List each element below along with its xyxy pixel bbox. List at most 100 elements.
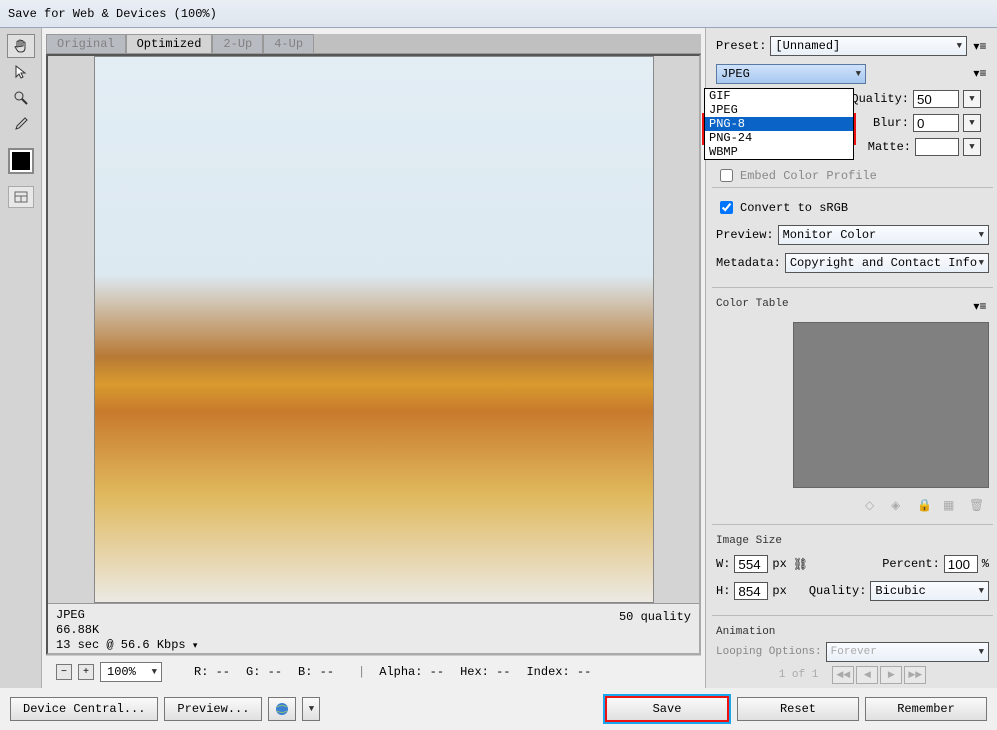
quality-spinner[interactable]: ▼: [963, 90, 981, 108]
h-label: H:: [716, 584, 730, 598]
window-titlebar: Save for Web & Devices (100%): [0, 0, 997, 28]
metadata-combo[interactable]: Copyright and Contact Info ▼: [785, 253, 989, 273]
ct-trash-icon: 🗑: [969, 498, 983, 512]
px1: px: [772, 557, 786, 571]
format-option-jpeg[interactable]: JPEG: [705, 103, 853, 117]
status-time: 13 sec @ 56.6 Kbps: [56, 638, 186, 652]
preview-image: [94, 56, 654, 603]
readout-alpha: Alpha: --: [379, 665, 444, 679]
tab-2up[interactable]: 2-Up: [212, 34, 263, 53]
canvas-area[interactable]: [48, 56, 699, 603]
eyedropper-icon: [13, 116, 29, 132]
resample-value: Bicubic: [875, 584, 925, 598]
ct-shift-icon: ◈: [891, 498, 905, 512]
preview-value: Monitor Color: [783, 228, 877, 242]
height-input[interactable]: [734, 582, 768, 600]
annotation-red-box-save: Save: [603, 694, 731, 724]
status-size: 66.88K: [56, 623, 197, 638]
chevron-down-icon: ▼: [856, 69, 861, 79]
preset-label: Preset:: [716, 39, 766, 53]
image-size-title: Image Size: [716, 535, 989, 547]
canvas-frame: JPEG 66.88K 13 sec @ 56.6 Kbps ▾ 50 qual…: [46, 54, 701, 655]
center-canvas-panel: Original Optimized 2-Up 4-Up JPEG 66.88K…: [42, 28, 705, 688]
quality-input[interactable]: [913, 90, 959, 108]
blur-label: Blur:: [873, 116, 909, 130]
format-selected: JPEG: [721, 67, 750, 81]
zoom-tool[interactable]: [7, 86, 35, 110]
metadata-label: Metadata:: [716, 256, 781, 270]
remember-button[interactable]: Remember: [865, 697, 987, 721]
matte-spinner[interactable]: ▼: [963, 138, 981, 156]
last-frame-button: ▶▶: [904, 666, 926, 684]
animation-page: 1 of 1: [779, 669, 819, 681]
save-button[interactable]: Save: [606, 697, 728, 721]
status-format: JPEG: [56, 608, 197, 623]
matte-swatch[interactable]: [915, 138, 959, 156]
px2: px: [772, 584, 786, 598]
chevron-down-icon: ▼: [979, 258, 984, 268]
status-strip: JPEG 66.88K 13 sec @ 56.6 Kbps ▾ 50 qual…: [48, 603, 699, 653]
resample-quality-label: Quality:: [809, 584, 867, 598]
zoom-value: 100%: [107, 665, 136, 679]
format-flyout-icon[interactable]: ▾≡: [971, 66, 989, 80]
colortable-flyout-icon[interactable]: ▾≡: [971, 299, 989, 313]
zoom-in-button[interactable]: +: [78, 664, 94, 680]
width-input[interactable]: [734, 555, 768, 573]
pointer-icon: [13, 64, 29, 80]
browser-preview-button[interactable]: [268, 697, 296, 721]
hand-icon: [13, 38, 29, 54]
matte-label: Matte:: [868, 140, 911, 154]
zoom-out-button[interactable]: −: [56, 664, 72, 680]
format-option-gif[interactable]: GIF: [705, 89, 853, 103]
ct-new-icon: ▦: [943, 498, 957, 512]
slices-icon: [14, 191, 28, 203]
reset-button[interactable]: Reset: [737, 697, 859, 721]
readout-r: R: --: [194, 665, 230, 679]
toggle-slices-button[interactable]: [8, 186, 34, 208]
eyedropper-tool[interactable]: [7, 112, 35, 136]
chevron-down-icon: ▼: [152, 667, 157, 677]
preset-combo[interactable]: [Unnamed] ▼: [770, 36, 967, 56]
tab-4up[interactable]: 4-Up: [263, 34, 314, 53]
ct-lock-icon: 🔒: [917, 498, 931, 512]
slice-select-tool[interactable]: [7, 60, 35, 84]
embed-label: Embed Color Profile: [740, 169, 877, 183]
format-combo[interactable]: JPEG ▼: [716, 64, 866, 84]
prev-frame-button: ◀: [856, 666, 878, 684]
globe-icon: [275, 702, 289, 716]
percent-input[interactable]: [944, 555, 978, 573]
preview-button[interactable]: Preview...: [164, 697, 262, 721]
convert-srgb-checkbox[interactable]: [720, 201, 733, 214]
device-central-button[interactable]: Device Central...: [10, 697, 158, 721]
first-frame-button: ◀◀: [832, 666, 854, 684]
status-menu-icon[interactable]: ▾: [193, 641, 198, 651]
format-option-png24[interactable]: PNG-24: [705, 131, 853, 145]
preset-flyout-icon[interactable]: ▾≡: [971, 39, 989, 53]
tab-optimized[interactable]: Optimized: [126, 34, 213, 53]
hand-tool[interactable]: [7, 34, 35, 58]
format-option-png8[interactable]: PNG-8: [705, 117, 853, 131]
browser-preview-menu[interactable]: ▼: [302, 697, 320, 721]
chevron-down-icon: ▼: [979, 586, 984, 596]
blur-input[interactable]: [913, 114, 959, 132]
tab-original[interactable]: Original: [46, 34, 126, 53]
readout-g: G: --: [246, 665, 282, 679]
format-dropdown-list[interactable]: GIF JPEG PNG-8 PNG-24 WBMP: [704, 88, 854, 160]
loop-value: Forever: [831, 646, 877, 658]
ct-pick-icon: ◇: [865, 498, 879, 512]
blur-spinner[interactable]: ▼: [963, 114, 981, 132]
srgb-label: Convert to sRGB: [740, 201, 848, 215]
embed-color-profile-checkbox[interactable]: [720, 169, 733, 182]
next-frame-button: ▶: [880, 666, 902, 684]
resample-combo[interactable]: Bicubic ▼: [870, 581, 989, 601]
foreground-color-swatch[interactable]: [8, 148, 34, 174]
zoom-combo[interactable]: 100% ▼: [100, 662, 162, 682]
readout-index: Index: --: [526, 665, 591, 679]
loop-label: Looping Options:: [716, 646, 822, 658]
color-table[interactable]: [793, 322, 989, 488]
metadata-value: Copyright and Contact Info: [790, 256, 977, 270]
preview-combo[interactable]: Monitor Color ▼: [778, 225, 989, 245]
link-icon[interactable]: ⛓: [793, 557, 808, 572]
readout-hex: Hex: --: [460, 665, 510, 679]
format-option-wbmp[interactable]: WBMP: [705, 145, 853, 159]
